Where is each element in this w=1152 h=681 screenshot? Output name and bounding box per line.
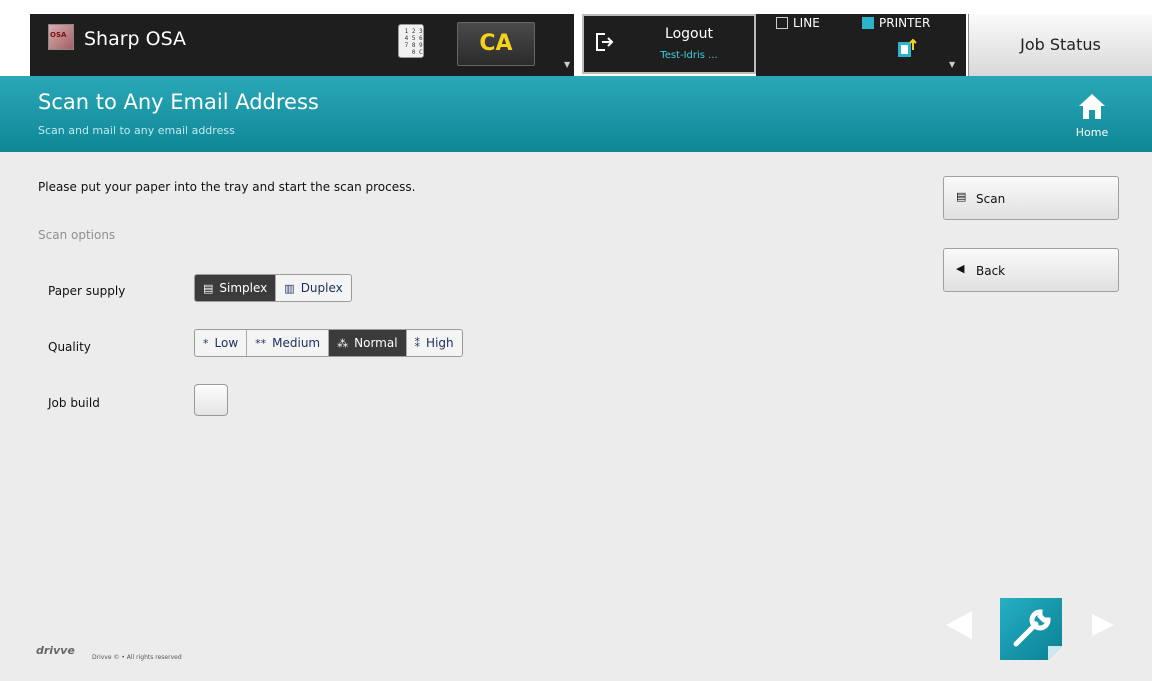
quality-option-high[interactable]: ⁑ High [407,330,462,356]
star-icon: ** [255,336,267,350]
quality-label: Quality [48,340,91,354]
option-label: Normal [354,336,398,350]
star-icon: * [203,336,209,350]
keypad-icon[interactable]: 1 2 3 4 5 6 7 8 9 0 C [398,24,424,58]
paper-supply-option-duplex[interactable]: ▥ Duplex [276,275,350,301]
main-content: Please put your paper into the tray and … [0,152,1152,681]
option-label: Medium [272,336,321,350]
option-label: Simplex [219,281,268,295]
chevron-down-icon[interactable]: ▼ [564,60,570,69]
printer-activity-icon [898,38,917,57]
home-label: Home [1075,126,1109,139]
logout-icon [596,33,614,51]
home-icon [1079,94,1105,119]
line-label: LINE [793,16,820,30]
settings-wrench-icon[interactable] [1000,598,1062,660]
app-title: Sharp OSA [84,28,187,50]
option-label: High [426,336,454,350]
job-build-label: Job build [48,396,100,410]
option-label: Duplex [300,281,343,295]
page-header: Scan to Any Email Address Scan and mail … [0,76,1152,152]
paper-supply-toggle: ▤ Simplex ▥ Duplex [194,274,352,302]
copyright-text: Drivve © • All rights reserved [92,654,182,661]
page-subtitle: Scan and mail to any email address [38,124,235,137]
osa-logo-text: OSA [50,31,67,39]
paper-supply-label: Paper supply [48,284,126,298]
osa-logo-icon: OSA [48,24,74,50]
logout-label: Logout [665,26,713,42]
next-page-icon[interactable] [1092,614,1114,636]
document-icon: ▤ [956,190,967,203]
logged-in-user: Test-Idris ... [660,50,718,61]
back-arrow-icon: ◀ [956,262,965,275]
quality-toggle: * Low ** Medium ⁂ Normal ⁑ High [194,329,463,357]
drivve-logo: drivve [36,644,75,657]
line-indicator: LINE [776,16,820,30]
clear-all-button[interactable]: CA [457,22,535,66]
job-status-button[interactable]: Job Status [968,14,1152,76]
quality-option-low[interactable]: * Low [195,330,248,356]
back-label: Back [976,264,1006,278]
option-label: Low [214,336,239,350]
previous-page-icon[interactable] [946,611,972,639]
scan-label: Scan [976,192,1006,206]
duplex-document-icon: ▥ [284,281,295,295]
printer-indicator: PRINTER [862,16,930,30]
job-build-checkbox[interactable] [194,384,228,416]
document-icon: ▤ [203,281,214,295]
printer-status-box [862,17,874,29]
keypad-digits: 1 2 3 4 5 6 7 8 9 0 C [404,28,423,56]
chevron-down-icon[interactable]: ▼ [949,60,955,69]
status-bar: OSA Sharp OSA 1 2 3 4 5 6 7 8 9 0 C CA ▼… [0,0,1152,76]
star-icon: ⁑ [414,336,421,350]
back-button[interactable]: ◀ Back [943,248,1119,292]
quality-option-medium[interactable]: ** Medium [247,330,330,356]
home-button[interactable]: Home [1062,90,1122,146]
logout-button[interactable]: Logout Test-Idris ... [582,14,756,74]
printer-label: PRINTER [879,16,931,30]
section-title: Scan options [38,228,116,242]
quality-option-normal[interactable]: ⁂ Normal [329,330,407,356]
line-status-box [776,17,788,29]
instruction-text: Please put your paper into the tray and … [38,180,416,194]
page-title: Scan to Any Email Address [38,90,319,114]
star-icon: ⁂ [337,336,349,350]
scan-button[interactable]: ▤ Scan [943,176,1119,220]
paper-supply-option-simplex[interactable]: ▤ Simplex [195,275,277,301]
